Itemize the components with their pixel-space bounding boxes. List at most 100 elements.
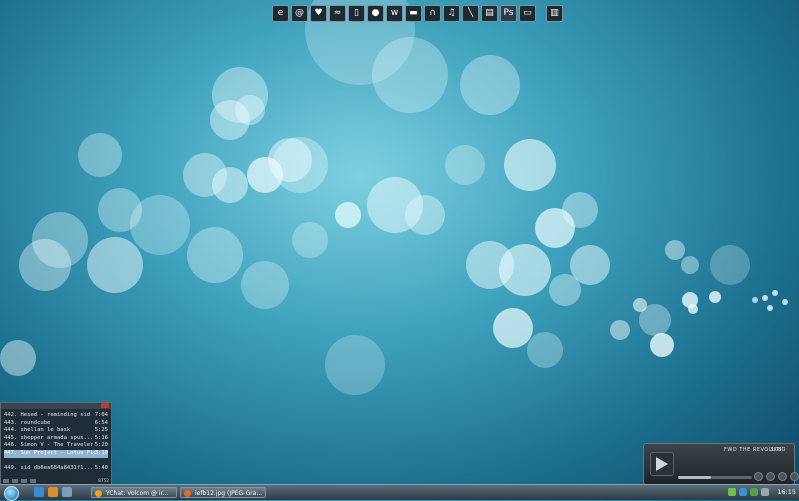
play-icon (656, 457, 668, 471)
playlist-row-time: 7:04 (94, 412, 108, 418)
photoshop-icon[interactable]: Ps (500, 4, 517, 22)
playlist-button[interactable] (790, 472, 799, 481)
trash-icon[interactable]: ▥ (546, 4, 563, 22)
next-button[interactable] (778, 472, 787, 481)
playlist-row-title: 442. Hesed - reminding sid (4, 412, 91, 418)
bokeh-light (87, 237, 143, 293)
bokeh-light (405, 195, 445, 235)
add-button[interactable] (3, 479, 9, 483)
bokeh-light (372, 37, 448, 113)
chat-icon[interactable]: ♥ (310, 4, 327, 22)
bokeh-light (499, 244, 551, 296)
firefox-icon (184, 490, 191, 497)
music-icon[interactable]: ♫ (443, 4, 460, 22)
document-icon[interactable]: ▯ (348, 4, 365, 22)
volume-icon[interactable] (761, 488, 769, 496)
bokeh-light (752, 297, 758, 303)
bokeh-light (325, 335, 385, 395)
playlist-titlebar[interactable] (1, 403, 111, 409)
bokeh-light (665, 240, 685, 260)
bokeh-light (130, 195, 190, 255)
seek-fill (678, 476, 712, 479)
headphones-icon[interactable]: ∩ (424, 4, 441, 22)
bokeh-light (212, 67, 268, 123)
bokeh-light (650, 333, 674, 357)
winamp-icon[interactable]: w (386, 4, 403, 22)
bokeh-light (633, 298, 647, 312)
playlist-row-time: 5:20 (94, 442, 108, 449)
bokeh-light (460, 55, 520, 115)
playlist-row-time: 5:16 (94, 434, 108, 441)
bokeh-light (78, 133, 122, 177)
playlist-row[interactable]: 443. roundcube 6:54 (4, 420, 108, 428)
wifi-icon[interactable]: ≈ (329, 4, 346, 22)
playlist-row[interactable]: 445. shepper armada spus... 5:16 (4, 435, 108, 443)
playlist-row-title: 446. Simon V - The Traveler (4, 442, 94, 449)
playlist-row-title: 449. sid db6ea684a8431f1... (4, 465, 94, 472)
playlist-row[interactable]: 442. Hesed - reminding sid 7:04 (4, 412, 108, 420)
media-icon[interactable]: ▬ (405, 4, 422, 22)
playlist-row-title: 445. shepper armada spus... (4, 434, 94, 441)
playlist-row-time: 5:25 (94, 427, 108, 434)
bokeh-light (710, 245, 750, 285)
firefox-icon[interactable] (48, 487, 58, 497)
playlist-row[interactable] (4, 458, 108, 466)
network-icon[interactable] (728, 488, 736, 496)
playlist-row-time: 3:10 (94, 449, 108, 456)
music-player: FWD THE REVOLUTIO 3:08 (643, 443, 799, 485)
close-icon[interactable] (101, 403, 109, 408)
display-icon[interactable]: ▭ (519, 4, 536, 22)
playlist-row[interactable]: 447. Sun Project - Lotus Flo 3:10 (4, 449, 108, 458)
desktop-icon[interactable] (34, 487, 44, 497)
player-controls (754, 472, 799, 481)
bokeh-light (762, 295, 768, 301)
playlist-window: 442. Hesed - reminding sid 7:04 443. round… (0, 402, 112, 486)
messenger-icon[interactable]: ● (367, 4, 384, 22)
bokeh-light (98, 188, 142, 232)
task-image-viewer[interactable]: iefb12.jpg (JPEG-Gra... (180, 487, 266, 498)
select-button[interactable] (21, 479, 27, 483)
bokeh-light (32, 212, 88, 268)
stop-button[interactable] (766, 472, 775, 481)
play-button[interactable] (650, 452, 674, 476)
security-icon[interactable] (750, 488, 758, 496)
bokeh-light (570, 245, 610, 285)
bluetooth-icon[interactable] (739, 488, 747, 496)
screen-icon[interactable]: ▤ (481, 4, 498, 22)
bokeh-light (639, 304, 671, 336)
bokeh-light (772, 290, 778, 296)
playlist-count: 8752 (98, 478, 109, 484)
previous-button[interactable] (754, 472, 763, 481)
clock: 16:15 (777, 488, 796, 496)
bokeh-light (549, 274, 581, 306)
track-time: 3:08 (770, 447, 782, 453)
chat-icon (95, 490, 102, 497)
bokeh-light (268, 138, 312, 182)
bokeh-light (292, 222, 328, 258)
task-label: YChat: Volcom @ ir... (106, 490, 169, 497)
seek-bar[interactable] (678, 476, 752, 479)
bokeh-light (782, 299, 788, 305)
bokeh-light (235, 95, 265, 125)
playlist-row[interactable]: 444. shellan le bask 5:25 (4, 427, 108, 435)
bokeh-light (535, 208, 575, 248)
remove-button[interactable] (12, 479, 18, 483)
paint-icon[interactable]: ╲ (462, 4, 479, 22)
bokeh-light (212, 167, 248, 203)
task-ychat[interactable]: YChat: Volcom @ ir... (91, 487, 177, 498)
bokeh-light (247, 157, 283, 193)
switch-windows-icon[interactable] (62, 487, 72, 497)
bokeh-light (0, 340, 36, 376)
bokeh-light (335, 202, 361, 228)
bokeh-light (445, 145, 485, 185)
bokeh-light (272, 137, 328, 193)
playlist-row-title: 443. roundcube (4, 419, 51, 426)
firefox-icon[interactable]: e (272, 4, 289, 22)
playlist-row[interactable]: 446. Simon V - The Traveler 5:20 (4, 442, 108, 450)
taskbar: YChat: Volcom @ ir... iefb12.jpg (JPEG-G… (0, 484, 799, 501)
email-icon[interactable]: @ (291, 4, 308, 22)
playlist-row[interactable]: 449. sid db6ea684a8431f1... 5:40 (4, 465, 108, 473)
misc-button[interactable] (30, 479, 36, 483)
playlist-row-time: 5:40 (94, 465, 108, 472)
task-label: iefb12.jpg (JPEG-Gra... (195, 490, 263, 497)
